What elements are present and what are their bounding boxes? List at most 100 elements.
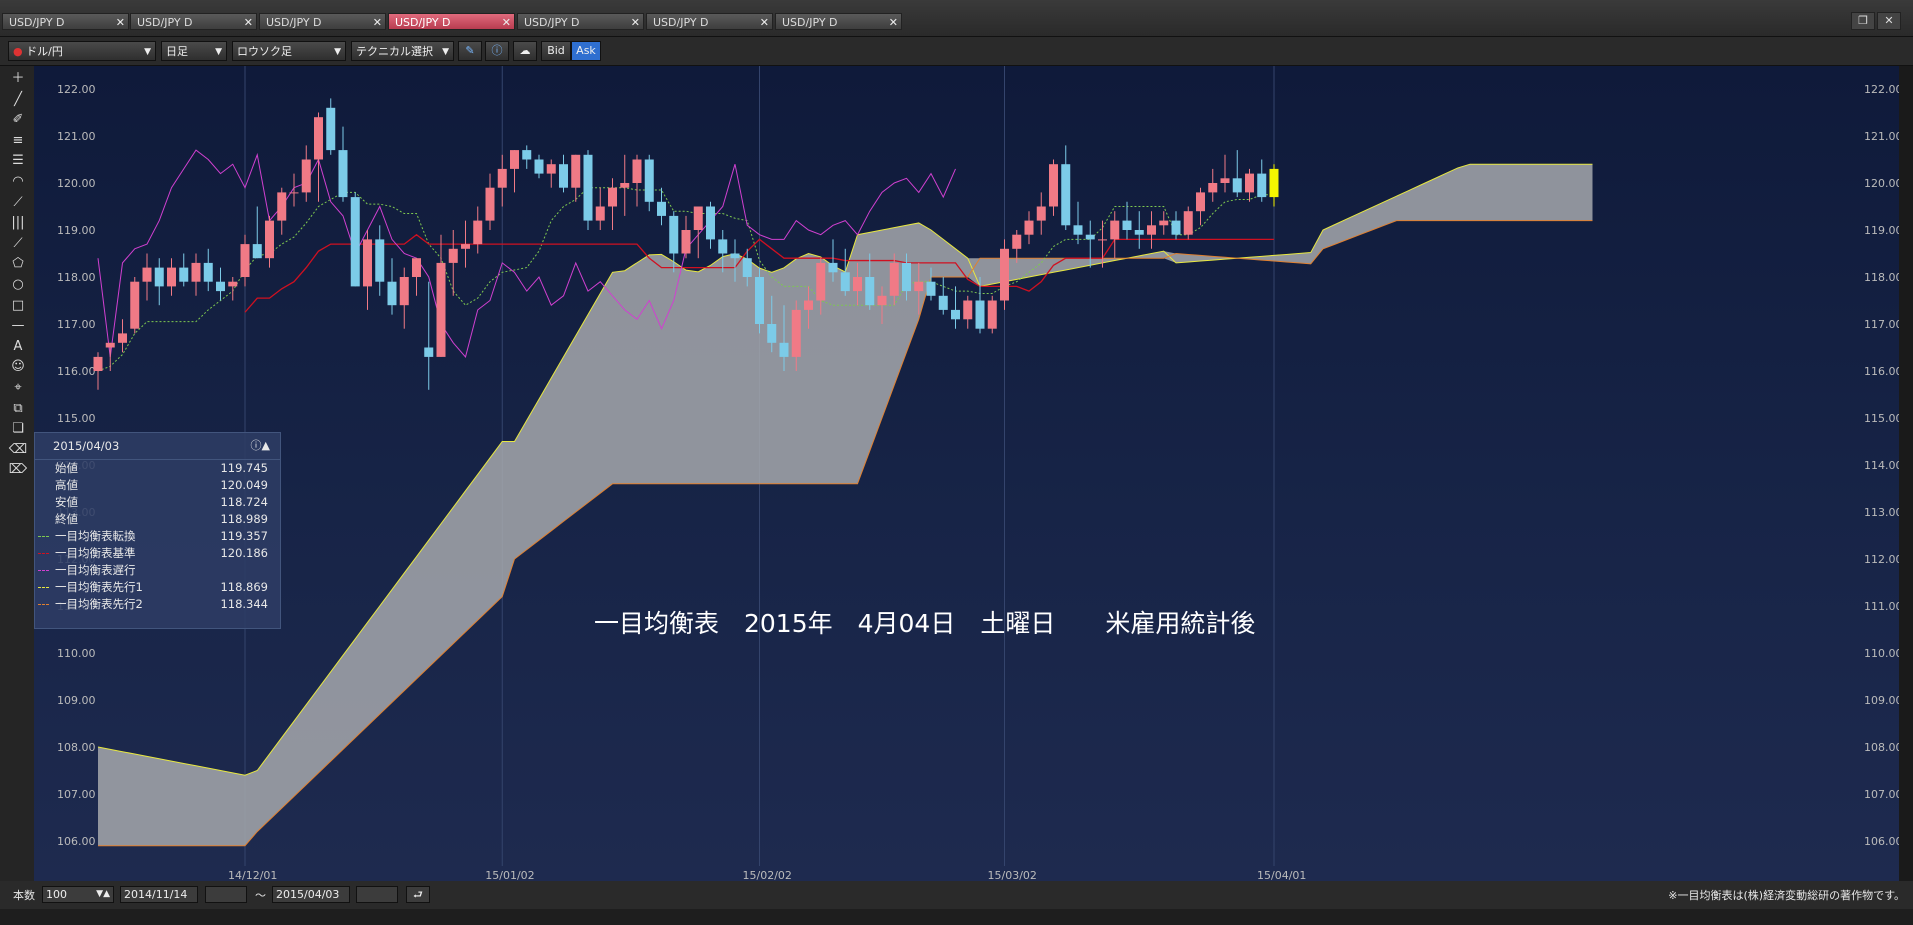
fib-retracement-icon[interactable]: ☰ <box>7 150 29 172</box>
y-tick-label-left: 116.00 <box>57 365 96 378</box>
candle-body <box>179 267 189 282</box>
eraser-all-icon[interactable]: ⌦ <box>7 459 29 481</box>
candle-body <box>412 258 421 277</box>
ruler-icon[interactable]: ✐ <box>7 109 29 131</box>
candle-body <box>1012 234 1022 249</box>
candle-body <box>510 150 519 169</box>
candle-body <box>595 206 605 221</box>
candle-body <box>240 244 250 277</box>
crosshair-icon[interactable]: ＋ <box>7 68 29 90</box>
candle-body <box>1024 220 1034 235</box>
data-window-label: 高値 <box>55 478 78 492</box>
y-tick-label-left: 106.00 <box>57 835 96 848</box>
candle-body <box>1049 164 1058 207</box>
candle-body <box>608 187 617 207</box>
copy-icon[interactable]: ⧉ <box>7 398 29 420</box>
restore-window-icon[interactable]: ❐ <box>1851 12 1875 30</box>
close-icon[interactable]: ✕ <box>116 14 125 29</box>
candle-body <box>105 342 115 348</box>
candle-body <box>853 277 862 292</box>
info-button[interactable]: ⓘ <box>485 41 509 61</box>
candle-body <box>987 300 997 329</box>
rectangle-icon[interactable]: □ <box>7 295 29 317</box>
y-tick-label-right: 120.00 <box>1864 177 1899 190</box>
candle-body <box>914 281 924 292</box>
draw-pen-button[interactable]: ✎ <box>458 41 482 61</box>
data-window-value: 118.989 <box>220 512 268 526</box>
end-date-field[interactable]: 2015/04/03 <box>272 886 350 903</box>
close-icon[interactable]: ✕ <box>373 14 382 29</box>
trendline-icon[interactable]: ╱ <box>7 89 29 111</box>
candle-body <box>154 267 164 287</box>
data-window-label: 始値 <box>55 461 78 475</box>
fib-fan-icon[interactable]: ⟋ <box>7 192 29 214</box>
pentagon-icon[interactable]: ⬠ <box>7 253 29 275</box>
magnet-icon[interactable]: ⌖ <box>7 377 29 399</box>
candle-body <box>1220 178 1230 183</box>
end-date-picker[interactable] <box>356 886 398 903</box>
data-window-value: 120.049 <box>220 478 268 492</box>
candle-body <box>1085 234 1095 240</box>
paste-icon[interactable]: ❏ <box>7 418 29 440</box>
series-line-swatch <box>38 570 49 571</box>
parallel-lines-icon[interactable]: ≡ <box>7 130 29 152</box>
y-tick-label-left: 119.00 <box>57 224 96 237</box>
candle-body <box>167 267 176 287</box>
tab-chart-4-active[interactable]: USD/JPY D ✕ <box>388 13 515 30</box>
eraser-icon[interactable]: ⌫ <box>7 439 29 461</box>
candle-body <box>301 159 311 193</box>
cloud-button[interactable]: ☁ <box>513 41 537 61</box>
ask-button[interactable]: Ask <box>571 41 601 61</box>
close-window-icon[interactable]: ✕ <box>1877 12 1901 30</box>
candle-body <box>1208 183 1218 193</box>
y-tick-label-right: 116.00 <box>1864 365 1899 378</box>
gann-icon[interactable]: ⟋ <box>7 233 29 255</box>
start-date-picker[interactable] <box>205 886 247 903</box>
technical-select[interactable]: テクニカル選択 ▼ <box>351 41 454 61</box>
y-tick-label-right: 109.00 <box>1864 694 1899 707</box>
chart-canvas[interactable]: 14/12/01 15/01/02 15/02/02 15/03/02 15/04/01… <box>34 66 1899 881</box>
y-tick-label-right: 115.00 <box>1864 412 1899 425</box>
tab-chart-7[interactable]: USD/JPY D ✕ <box>775 13 902 30</box>
info-toggle-icon[interactable]: ⓘ▲ <box>251 433 270 459</box>
close-icon[interactable]: ✕ <box>889 14 898 29</box>
close-icon[interactable]: ✕ <box>502 14 511 29</box>
candle-body <box>338 150 348 198</box>
y-tick-label-left: 118.00 <box>57 271 96 284</box>
y-tick-label-left: 122.00 <box>57 83 96 96</box>
candle-body <box>228 281 238 287</box>
candle-body <box>1036 206 1046 221</box>
tab-chart-1[interactable]: USD/JPY D ✕ <box>2 13 129 30</box>
circle-icon[interactable]: ○ <box>7 274 29 296</box>
chart-style-select[interactable]: ロウソク足 ▼ <box>232 41 346 61</box>
currency-select[interactable]: ● ドル/円 ▼ <box>8 41 156 61</box>
tab-chart-5[interactable]: USD/JPY D ✕ <box>517 13 644 30</box>
count-input[interactable]: 100 ▼▲ <box>42 886 114 903</box>
candle-body <box>191 262 201 282</box>
icon-insert-icon[interactable]: ☺ <box>7 356 29 378</box>
tab-chart-2[interactable]: USD/JPY D ✕ <box>130 13 257 30</box>
text-icon[interactable]: A <box>7 336 29 358</box>
candle-body <box>767 324 777 343</box>
return-button[interactable]: ⮐ <box>406 886 430 903</box>
tab-chart-6[interactable]: USD/JPY D ✕ <box>646 13 773 30</box>
chart-toolbar: ● ドル/円 ▼ 日足 ▼ ロウソク足 ▼ テクニカル選択 ▼ ✎ ⓘ ☁ Bid As… <box>0 37 1913 66</box>
price-chart[interactable]: 14/12/01 15/01/02 15/02/02 15/03/02 15/04/01… <box>34 66 1899 881</box>
stepper-icon[interactable]: ▼▲ <box>96 887 110 902</box>
candle-body <box>877 295 887 306</box>
candle-body <box>706 206 715 240</box>
close-icon[interactable]: ✕ <box>244 14 253 29</box>
bid-button[interactable]: Bid <box>541 41 571 61</box>
fib-arc-icon[interactable]: ◠ <box>7 171 29 193</box>
close-icon[interactable]: ✕ <box>631 14 640 29</box>
period-select[interactable]: 日足 ▼ <box>161 41 227 61</box>
fib-timezone-icon[interactable]: ||| <box>7 212 29 234</box>
series-line-swatch <box>38 604 49 605</box>
chart-annotation: 一目均衡表 2015年 4月04日 土曜日 米雇用統計後 <box>594 609 1256 638</box>
candle-body <box>718 239 728 254</box>
y-tick-label-right: 110.00 <box>1864 647 1899 660</box>
tab-chart-3[interactable]: USD/JPY D ✕ <box>259 13 386 30</box>
close-icon[interactable]: ✕ <box>760 14 769 29</box>
hline-icon[interactable]: — <box>7 315 29 337</box>
start-date-field[interactable]: 2014/11/14 <box>120 886 198 903</box>
